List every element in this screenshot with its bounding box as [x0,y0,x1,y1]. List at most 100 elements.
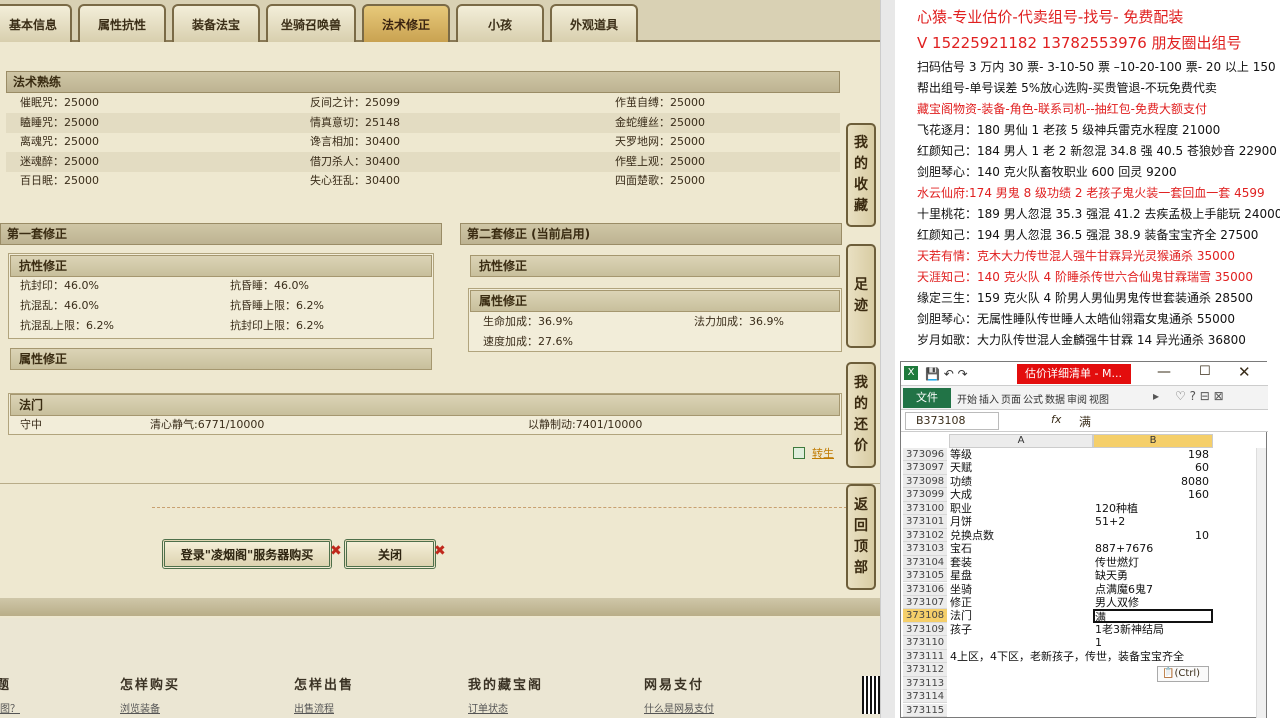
row-number[interactable]: 373109 [903,622,947,637]
excel-scrollbar[interactable] [1256,448,1266,718]
cell-a[interactable]: 宝石 [950,542,972,555]
minimize-icon[interactable]: — [1157,364,1171,380]
row-number[interactable]: 373113 [903,676,947,691]
cell-a[interactable]: 法门 [950,609,972,622]
ribbon-tab[interactable]: 公式 [1023,391,1043,406]
cell-b[interactable]: 160 [1095,488,1209,501]
row-number[interactable]: 373114 [903,690,947,704]
sheet-row[interactable]: 373108 法门 满 [901,609,1261,624]
cell-b[interactable]: 120种植 [1095,502,1213,515]
footer-link[interactable]: 浏览装备 [120,700,160,715]
sheet-row[interactable]: 373097 天赋 60 [901,461,1261,475]
side-button-favorites[interactable]: 我的收藏 [846,123,876,227]
sheet-row[interactable]: 373100 职业 120种植 [901,501,1261,516]
ribbon-tab[interactable]: 页面 [1001,391,1021,406]
row-number[interactable]: 373106 [903,582,947,596]
row-number[interactable]: 373115 [903,703,947,717]
maximize-icon[interactable]: ☐ [1199,364,1211,379]
row-number[interactable]: 373099 [903,488,947,502]
row-number[interactable]: 373103 [903,542,947,556]
save-icon[interactable]: 💾 ↶ ↷ [925,367,968,381]
ribbon-tab[interactable]: 审阅 [1067,391,1087,406]
tab-mounts-pets[interactable]: 坐骑召唤兽 [266,4,356,42]
cell-b[interactable]: 8080 [1095,475,1209,488]
row-number[interactable]: 373111 [903,649,947,664]
row-number[interactable]: 373101 [903,515,947,529]
column-header[interactable]: A [949,434,1093,448]
sheet-row[interactable]: 373105 星盘 缺天勇 [901,569,1261,583]
sheet-row[interactable]: 373107 修正 男人双修 [901,595,1261,610]
sheet-row[interactable]: 373098 功绩 8080 [901,474,1261,489]
expand-icon[interactable]: ▸ [1153,389,1159,403]
ribbon-tab[interactable]: 视图 [1089,391,1109,406]
cell-a[interactable]: 坐骑 [950,583,972,596]
file-tab[interactable]: 文件 [903,388,951,408]
sheet-row[interactable]: 373096 等级 198 [901,448,1261,462]
sheet-row[interactable]: 373109 孩子 1老3新神结局 [901,622,1261,637]
cell-a[interactable]: 修正 [950,596,972,609]
cell-b[interactable]: 1 [1095,636,1213,649]
ribbon-tab[interactable]: 插入 [979,391,999,406]
cell-a[interactable]: 职业 [950,502,972,515]
cell-a[interactable]: 月饼 [950,515,972,528]
cell-b[interactable]: 60 [1095,461,1209,474]
side-button-my-offers[interactable]: 我的还价 [846,362,876,468]
side-button-back-to-top[interactable]: 返回顶部 [846,484,876,590]
sheet-row[interactable]: 373104 套装 传世燃灯 [901,555,1261,569]
tab-children[interactable]: 小孩 [456,4,544,42]
formula-input[interactable]: 满 [1079,413,1091,430]
sheet-row[interactable]: 373106 坐骑 点满魔6鬼7 [901,582,1261,596]
row-number[interactable]: 373105 [903,569,947,583]
cell-a[interactable]: 4上区，4下区，老新孩子，传世，装备宝宝齐全 [950,650,1184,663]
cell-a[interactable]: 等级 [950,448,972,461]
row-number[interactable]: 373100 [903,501,947,516]
footer-link[interactable]: 订单状态 [468,700,508,715]
cell-b[interactable]: 1老3新神结局 [1095,623,1213,636]
cell-b[interactable]: 887+7676 [1095,542,1213,555]
cell-b[interactable]: 点满魔6鬼7 [1095,583,1213,596]
cell-b[interactable]: 满 [1093,609,1213,624]
tab-equipment[interactable]: 装备法宝 [172,4,260,42]
login-server-buy-button[interactable]: 登录"凌烟阁"服务器购买 [162,539,332,569]
paste-options-button[interactable]: 📋(Ctrl) [1157,666,1209,682]
footer-link[interactable]: 出售流程 [294,700,334,715]
row-number[interactable]: 373104 [903,555,947,569]
close-icon[interactable]: ✕ [1238,363,1251,381]
side-button-history[interactable]: 足迹 [846,244,876,348]
cell-a[interactable]: 大成 [950,488,972,501]
cell-a[interactable]: 兑换点数 [950,529,994,542]
sheet-row[interactable]: 373114 [901,690,1261,704]
tab-attributes[interactable]: 属性抗性 [78,4,166,42]
close-button[interactable]: 关闭 [344,539,436,569]
cell-b[interactable]: 传世燃灯 [1095,556,1213,569]
row-number[interactable]: 373108 [903,609,947,623]
cell-b[interactable]: 10 [1095,529,1209,542]
sheet-row[interactable]: 373099 大成 160 [901,488,1261,502]
scrollbar[interactable] [880,0,895,718]
sheet-row[interactable]: 373111 4上区，4下区，老新孩子，传世，装备宝宝齐全 [901,649,1261,664]
row-number[interactable]: 373110 [903,636,947,650]
sheet-row[interactable]: 373101 月饼 51+2 [901,515,1261,529]
row-number[interactable]: 373107 [903,595,947,610]
tab-appearance[interactable]: 外观道具 [550,4,638,42]
cell-b[interactable]: 51+2 [1095,515,1213,528]
row-number[interactable]: 373096 [903,448,947,462]
sheet-row[interactable]: 373110 1 [901,636,1261,650]
sheet-row[interactable]: 373103 宝石 887+7676 [901,542,1261,556]
cell-a[interactable]: 套装 [950,556,972,569]
name-box[interactable]: B373108 [905,412,999,430]
row-number[interactable]: 373098 [903,474,947,489]
row-number[interactable]: 373097 [903,461,947,475]
tab-basic-info[interactable]: 基本信息 [0,4,72,42]
cell-a[interactable]: 功绩 [950,475,972,488]
cell-a[interactable]: 孩子 [950,623,972,636]
cell-a[interactable]: 天赋 [950,461,972,474]
ribbon-tab[interactable]: 数据 [1045,391,1065,406]
cell-b[interactable]: 198 [1095,448,1209,461]
column-header[interactable]: B [1093,434,1213,448]
cell-a[interactable]: 星盘 [950,569,972,582]
transfer-link[interactable]: 转生 [812,446,834,462]
sheet-row[interactable]: 373115 [901,703,1261,717]
row-number[interactable]: 373102 [903,528,947,543]
tab-spell-correction[interactable]: 法术修正 [362,4,450,42]
